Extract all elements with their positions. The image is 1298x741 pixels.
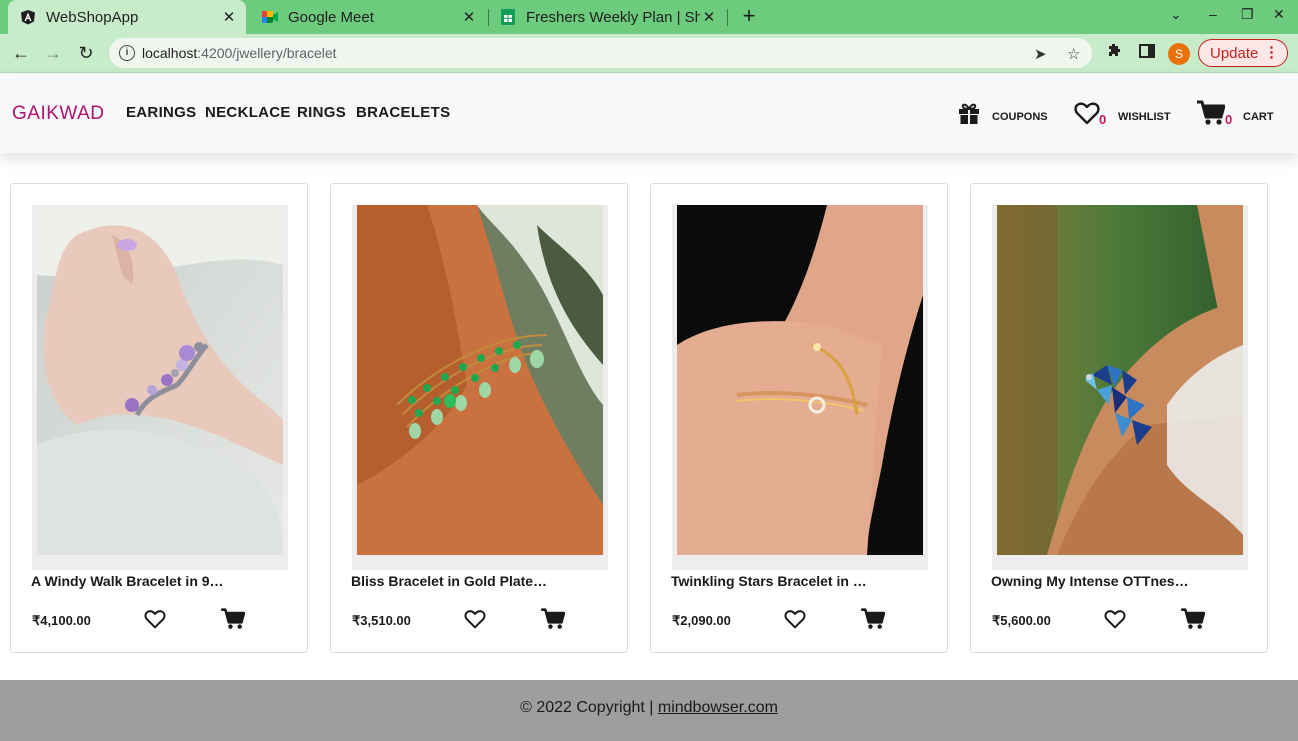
product-price: ₹5,600.00 [992, 613, 1051, 628]
close-tab-icon[interactable]: ✕ [460, 8, 478, 26]
send-tab-icon[interactable]: ➤ [1034, 45, 1047, 63]
bookmark-star-icon[interactable]: ☆ [1067, 45, 1080, 63]
nav-rings[interactable]: RINGS [297, 104, 346, 121]
add-to-cart-icon[interactable] [221, 608, 246, 635]
google-sheets-icon [500, 9, 516, 25]
brand-logo[interactable]: GAIKWAD [12, 103, 105, 125]
product-price: ₹3,510.00 [352, 613, 411, 628]
browser-toolbar: ← → ↻ i localhost:4200/jwellery/bracelet… [0, 34, 1298, 73]
product-card[interactable]: Twinkling Stars Bracelet in … ₹2,090.00 [650, 183, 948, 653]
browser-tab-strip: WebShopApp ✕ Google Meet ✕ Freshers Week… [0, 0, 1298, 34]
cart-label[interactable]: CART [1243, 111, 1274, 123]
nav-necklace[interactable]: NECKLACE [205, 104, 291, 121]
product-name[interactable]: Twinkling Stars Bracelet in … [671, 573, 867, 589]
product-image-frame [32, 205, 288, 570]
tab-freshers-plan[interactable]: Freshers Weekly Plan | Sh ✕ [488, 0, 726, 34]
tab-google-meet[interactable]: Google Meet ✕ [250, 0, 486, 34]
product-image[interactable] [357, 205, 603, 555]
cart-count: 0 [1225, 112, 1233, 127]
gift-icon[interactable] [957, 101, 981, 130]
product-price: ₹2,090.00 [672, 613, 731, 628]
nav-earings[interactable]: EARINGS [126, 104, 196, 121]
side-panel-icon[interactable] [1139, 43, 1155, 64]
update-button[interactable]: Update ⋮ [1198, 39, 1288, 67]
wishlist-label[interactable]: WISHLIST [1118, 111, 1171, 123]
more-menu-icon[interactable]: ⋮ [1264, 43, 1279, 61]
minimize-icon[interactable]: ‒ [1209, 6, 1217, 22]
url-host: localhost [142, 45, 198, 61]
address-bar[interactable]: i localhost:4200/jwellery/bracelet ➤ ☆ [109, 38, 1092, 68]
footer-link[interactable]: mindbowser.com [658, 699, 778, 716]
forward-icon[interactable]: → [42, 42, 64, 64]
product-image[interactable] [997, 205, 1243, 555]
coupons-label[interactable]: COUPONS [992, 111, 1048, 123]
add-to-wishlist-heart-icon[interactable] [144, 609, 166, 634]
update-label: Update [1210, 44, 1259, 62]
product-name[interactable]: A Windy Walk Bracelet in 9… [31, 573, 224, 589]
tab-title: WebShopApp [46, 8, 139, 26]
product-name[interactable]: Owning My Intense OTTnes… [991, 573, 1189, 589]
angular-icon [20, 9, 36, 25]
profile-avatar[interactable]: S [1168, 43, 1190, 65]
product-name[interactable]: Bliss Bracelet in Gold Plate… [351, 573, 547, 589]
cart-icon[interactable] [1197, 100, 1226, 131]
reload-icon[interactable]: ↻ [75, 42, 97, 64]
site-footer: © 2022 Copyright | mindbowser.com [0, 680, 1298, 741]
nav-bracelets[interactable]: BRACELETS [356, 104, 450, 121]
url-text: localhost:4200/jwellery/bracelet [142, 45, 337, 61]
footer-text: © 2022 Copyright | mindbowser.com [0, 699, 1298, 717]
tab-search-icon[interactable]: ⌄ [1170, 6, 1182, 23]
product-card[interactable]: Owning My Intense OTTnes… ₹5,600.00 [970, 183, 1268, 653]
add-to-wishlist-heart-icon[interactable] [464, 609, 486, 634]
add-to-cart-icon[interactable] [1181, 608, 1206, 635]
site-info-icon[interactable]: i [119, 45, 135, 61]
product-image[interactable] [37, 205, 283, 555]
tab-title: Freshers Weekly Plan | Sh [526, 8, 700, 26]
product-price: ₹4,100.00 [32, 613, 91, 628]
product-card[interactable]: Bliss Bracelet in Gold Plate… ₹3,510.00 [330, 183, 628, 653]
product-image-frame [352, 205, 608, 570]
add-to-wishlist-heart-icon[interactable] [784, 609, 806, 634]
product-image[interactable] [677, 205, 923, 555]
new-tab-button[interactable]: + [738, 5, 760, 29]
copyright-text: © 2022 Copyright | [520, 699, 658, 716]
tab-title: Google Meet [288, 8, 374, 26]
add-to-cart-icon[interactable] [861, 608, 886, 635]
product-card[interactable]: A Windy Walk Bracelet in 9… ₹4,100.00 [10, 183, 308, 653]
close-window-icon[interactable]: ✕ [1273, 6, 1285, 23]
back-icon[interactable]: ← [10, 42, 32, 64]
url-path: :4200/jwellery/bracelet [197, 45, 337, 61]
tab-separator [727, 9, 728, 26]
close-tab-icon[interactable]: ✕ [220, 8, 238, 26]
site-header: GAIKWAD EARINGS NECKLACE RINGS BRACELETS… [0, 73, 1298, 153]
add-to-cart-icon[interactable] [541, 608, 566, 635]
tab-webshopapp[interactable]: WebShopApp ✕ [8, 0, 246, 34]
restore-icon[interactable]: ❐ [1241, 6, 1254, 23]
google-meet-icon [262, 9, 278, 25]
wishlist-heart-icon[interactable] [1074, 101, 1100, 130]
add-to-wishlist-heart-icon[interactable] [1104, 609, 1126, 634]
extensions-icon[interactable] [1106, 43, 1122, 64]
product-image-frame [672, 205, 928, 570]
close-tab-icon[interactable]: ✕ [700, 8, 718, 26]
product-image-frame [992, 205, 1248, 570]
wishlist-count: 0 [1099, 112, 1107, 127]
